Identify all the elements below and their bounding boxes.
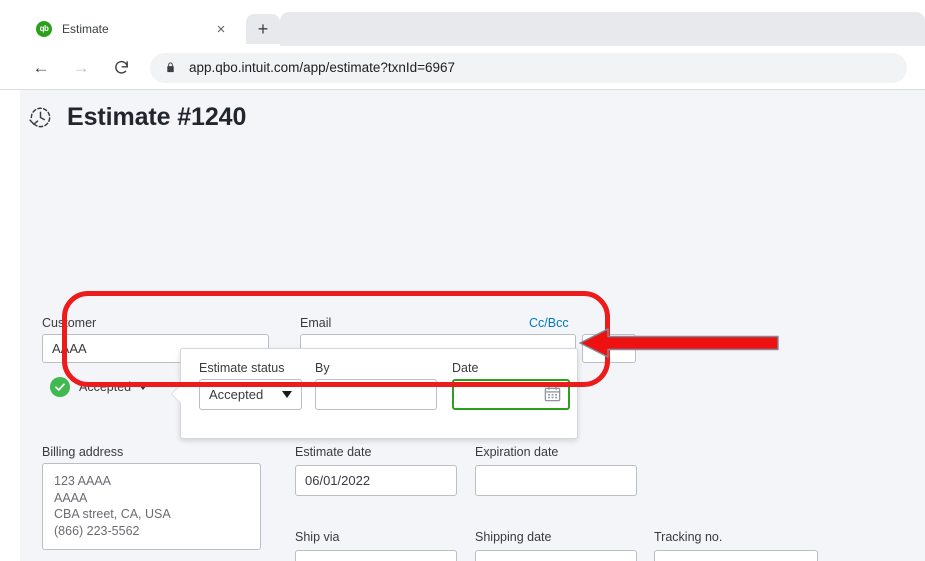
lock-icon — [164, 61, 177, 74]
ship-via-label: Ship via — [295, 530, 340, 544]
new-tab-button[interactable]: + — [246, 14, 280, 44]
popup-date-label: Date — [452, 361, 479, 375]
estimate-status-badge[interactable]: Accepted — [50, 377, 149, 397]
history-clock-icon[interactable] — [27, 105, 53, 131]
chevron-down-icon — [138, 384, 149, 390]
browser-chrome: qb Estimate × + ← → app.qbo.intuit.com/a… — [0, 0, 925, 90]
forward-arrow-icon[interactable]: → — [66, 53, 96, 83]
popup-date-input[interactable] — [452, 379, 570, 410]
browser-tab-estimate[interactable]: qb Estimate × — [22, 12, 240, 46]
page-content: Estimate #1240 Customer AAAA Email Cc/Bc… — [20, 90, 925, 561]
shipping-date-input[interactable] — [475, 550, 637, 561]
browser-tabstrip: qb Estimate × + — [0, 0, 925, 46]
estimate-status-popup: Estimate status Accepted By Date — [171, 348, 578, 439]
estimate-date-input[interactable]: 06/01/2022 — [295, 465, 457, 496]
page-header: Estimate #1240 — [20, 90, 925, 145]
expiration-date-input[interactable] — [475, 465, 637, 496]
popup-estimate-status-value: Accepted — [209, 387, 264, 402]
page-title: Estimate #1240 — [67, 103, 247, 131]
cc-bcc-link[interactable]: Cc/Bcc — [529, 316, 569, 330]
popup-by-input[interactable] — [315, 379, 437, 410]
customer-label: Customer — [42, 316, 97, 330]
tabstrip-empty-area — [280, 12, 925, 46]
browser-toolbar: ← → app.qbo.intuit.com/app/estimate?txnI… — [0, 46, 925, 90]
estimate-status-badge-label: Accepted — [79, 380, 132, 394]
popup-estimate-status-select[interactable]: Accepted — [199, 379, 302, 410]
email-label: Email — [300, 316, 332, 330]
expiration-date-label: Expiration date — [475, 445, 559, 459]
calendar-icon[interactable] — [543, 384, 562, 406]
address-bar-url: app.qbo.intuit.com/app/estimate?txnId=69… — [189, 60, 456, 75]
browser-tab-title: Estimate — [62, 22, 109, 36]
check-circle-icon — [50, 377, 70, 397]
page-viewport: Estimate #1240 Customer AAAA Email Cc/Bc… — [0, 90, 925, 561]
quickbooks-icon: qb — [36, 21, 52, 37]
chevron-down-icon — [282, 391, 292, 398]
page-left-gutter — [0, 90, 20, 561]
address-bar[interactable]: app.qbo.intuit.com/app/estimate?txnId=69… — [150, 52, 907, 83]
email-secondary-input[interactable] — [582, 334, 636, 363]
back-arrow-icon[interactable]: ← — [26, 53, 56, 83]
close-icon[interactable]: × — [210, 18, 232, 40]
billing-address-input[interactable]: 123 AAAA AAAA CBA street, CA, USA (866) … — [42, 463, 261, 550]
estimate-date-label: Estimate date — [295, 445, 372, 459]
ship-via-input[interactable] — [295, 550, 457, 561]
billing-address-label: Billing address — [42, 445, 124, 459]
reload-icon[interactable] — [106, 53, 136, 83]
tracking-no-input[interactable] — [654, 550, 818, 561]
popup-estimate-status-label: Estimate status — [199, 361, 285, 375]
tracking-no-label: Tracking no. — [654, 530, 723, 544]
shipping-date-label: Shipping date — [475, 530, 552, 544]
popup-by-label: By — [315, 361, 330, 375]
